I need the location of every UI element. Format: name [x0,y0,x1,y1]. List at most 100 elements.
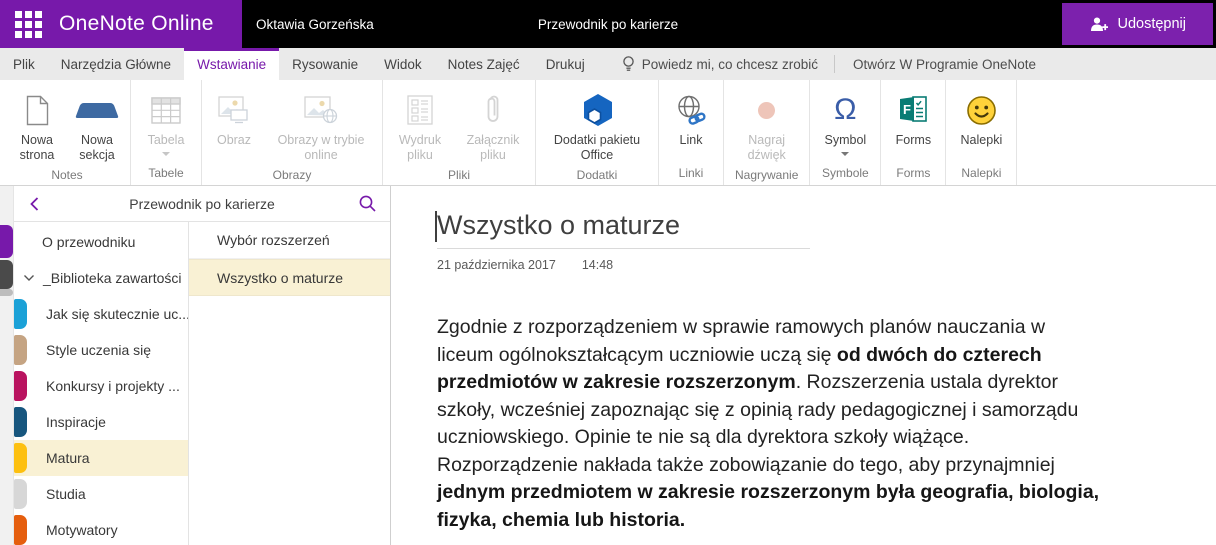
section-item-motywatory[interactable]: Motywatory [14,512,188,545]
group-label-stickers: Nalepki [955,161,1007,184]
share-person-add-icon [1089,16,1108,33]
symbol-label: Symbol [825,133,867,148]
tab-widok[interactable]: Widok [371,48,435,80]
forms-icon: F [898,87,928,133]
tell-me-label: Powiedz mi, co chcesz zrobić [642,57,818,72]
tab-narzedzia-glowne[interactable]: Narzędzia Główne [48,48,184,80]
office-addins-button[interactable]: Dodatki pakietu Office [545,87,649,163]
ribbon-group-stickers: Nalepki Nalepki [946,80,1017,185]
record-audio-icon [758,102,775,119]
page-item-wybor-rozszerzen[interactable]: Wybór rozszerzeń [189,222,390,259]
brand-area: OneNote Online [0,0,242,48]
section-group-content-library[interactable]: _Biblioteka zawartości [14,260,188,296]
open-in-onenote-button[interactable]: Otwórz W Programie OneNote [839,48,1050,80]
app-name: OneNote Online [59,12,214,36]
section-item-studia[interactable]: Studia [14,476,188,512]
page-title-text: Wszystko o maturze [437,210,680,240]
file-attachment-label: Załącznik pliku [460,133,526,163]
body-paragraph[interactable]: Rozporządzenie nakłada także zobowiązani… [437,452,1100,535]
page-timestamp: 21 października 2017 14:48 [437,258,1216,272]
office-addins-label: Dodatki pakietu Office [545,133,649,163]
share-button[interactable]: Udostępnij [1062,3,1213,45]
forms-button[interactable]: F Forms [890,87,936,148]
body-paragraph[interactable]: Zgodnie z rozporządzeniem w sprawie ramo… [437,314,1100,452]
group-label-images: Obrazy [211,163,373,186]
online-images-button: Obrazy w trybie online [269,87,373,163]
notebook-spine-tab-dark[interactable] [0,260,13,289]
back-chevron-icon[interactable] [24,194,44,214]
symbol-button[interactable]: Ω Symbol [819,87,871,156]
text-cursor [435,211,437,242]
ribbon: Nowa strona Nowa sekcja Notes [0,80,1216,186]
section-color-tab [14,407,27,437]
section-item-inspiracje[interactable]: Inspiracje [14,404,188,440]
pages-list: Wybór rozszerzeń Wszystko o maturze [188,222,390,545]
page-date: 21 października 2017 [437,258,556,272]
notebook-name: Przewodnik po karierze [129,196,275,212]
notebook-spine-tab-gray[interactable] [0,289,13,296]
new-page-label: Nowa strona [13,133,61,163]
search-icon[interactable] [356,193,378,215]
table-label: Tabela [148,133,185,148]
image-label: Obraz [217,133,251,148]
page-item-label: Wybór rozszerzeń [217,232,330,248]
lightbulb-icon [622,56,635,73]
page-item-wszystko-o-maturze[interactable]: Wszystko o maturze [189,259,390,296]
group-label-tables: Tabele [140,161,192,184]
ribbon-group-files: Wydruk pliku Załącznik pliku Pliki [383,80,536,185]
tab-notes-zajec[interactable]: Notes Zajęć [435,48,533,80]
file-printout-label: Wydruk pliku [392,133,448,163]
share-button-label: Udostępnij [1117,16,1186,32]
top-bar: OneNote Online Oktawia Gorzeńska Przewod… [0,0,1216,48]
page-body-editor[interactable]: Zgodnie z rozporządzeniem w sprawie ramo… [437,314,1100,534]
new-section-icon [74,87,120,133]
table-dropdown-caret [162,152,170,156]
link-button[interactable]: Link [668,87,714,148]
page-canvas[interactable]: Wszystko o maturze 21 października 2017 … [391,186,1216,545]
section-color-tab [14,515,27,545]
section-item-konkursy[interactable]: Konkursy i projekty ... [14,368,188,404]
new-section-button[interactable]: Nowa sekcja [73,87,121,163]
forms-label: Forms [896,133,931,148]
image-icon [218,87,250,133]
ribbon-group-symbols: Ω Symbol Symbole [810,80,881,185]
notebook-spine-tab-purple[interactable] [0,225,13,258]
tab-rysowanie[interactable]: Rysowanie [279,48,371,80]
tab-plik[interactable]: Plik [0,48,48,80]
chevron-down-icon[interactable] [23,274,35,282]
group-label-addins: Dodatki [545,163,649,186]
link-label: Link [680,133,703,148]
section-about-guide[interactable]: O przewodniku [14,224,188,260]
group-label-links: Linki [668,161,714,184]
ribbon-group-images: Obraz Obrazy w trybie online [202,80,383,185]
section-color-tab [14,335,27,365]
tab-wstawianie[interactable]: Wstawianie [184,48,279,80]
group-label-forms: Forms [890,161,936,184]
navigation-body: O przewodniku _Biblioteka zawartości Jak… [14,222,390,545]
app-launcher-icon[interactable] [15,11,42,38]
tab-drukuj[interactable]: Drukuj [533,48,598,80]
ribbon-group-tables: Tabela Tabele [131,80,202,185]
section-color-tab [14,479,27,509]
notebook-spine [0,186,14,545]
group-label-files: Pliki [392,163,526,186]
main-area: Przewodnik po karierze O przewodniku [0,186,1216,545]
navigation-header: Przewodnik po karierze [14,186,390,222]
group-label-notes: Notes [13,163,121,186]
section-color-tab [14,371,27,401]
file-printout-icon [407,87,433,133]
page-title-input[interactable]: Wszystko o maturze [437,210,810,249]
table-button: Tabela [140,87,192,156]
stickers-label: Nalepki [961,133,1003,148]
office-addins-icon [579,87,615,133]
tell-me-box[interactable]: Powiedz mi, co chcesz zrobić [610,48,830,80]
record-audio-button: Nagraj dźwięk [737,87,797,163]
new-page-button[interactable]: Nowa strona [13,87,61,163]
section-item-style-uczenia[interactable]: Style uczenia się [14,332,188,368]
section-item-jak-sie-skutecznie[interactable]: Jak się skutecznie uc... [14,296,188,332]
stickers-button[interactable]: Nalepki [955,87,1007,148]
section-group-label: _Biblioteka zawartości [43,270,182,286]
section-item-matura[interactable]: Matura [14,440,188,476]
link-globe-icon [675,87,707,133]
section-item-label: Jak się skutecznie uc... [14,306,188,322]
